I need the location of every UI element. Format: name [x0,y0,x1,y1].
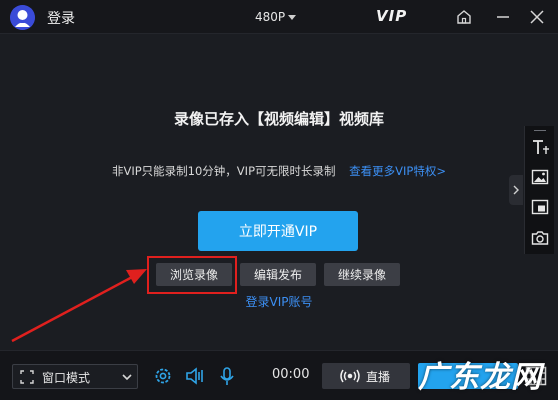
text-icon[interactable] [530,137,550,157]
speaker-icon[interactable] [184,365,206,387]
chevron-down-icon [122,374,132,381]
picture-in-picture-icon[interactable] [530,197,550,217]
live-button[interactable]: 直播 [322,363,410,389]
watermark: 广东龙网 [418,360,542,395]
recording-timer: 00:00 [272,367,310,382]
window-mode-select[interactable]: 窗口模式 [12,364,138,389]
image-icon[interactable] [530,167,550,187]
annotation-arrow [11,269,147,343]
live-label: 直播 [366,370,391,384]
side-toolbar [524,126,554,254]
microphone-icon[interactable] [216,365,238,387]
camera-icon[interactable] [530,228,550,248]
live-icon [340,369,360,383]
window-mode-label: 窗口模式 [42,371,91,385]
grip-handle[interactable] [534,130,546,131]
side-panel-toggle[interactable] [509,175,523,205]
fullscreen-icon [20,370,34,384]
gear-icon[interactable] [152,365,174,387]
